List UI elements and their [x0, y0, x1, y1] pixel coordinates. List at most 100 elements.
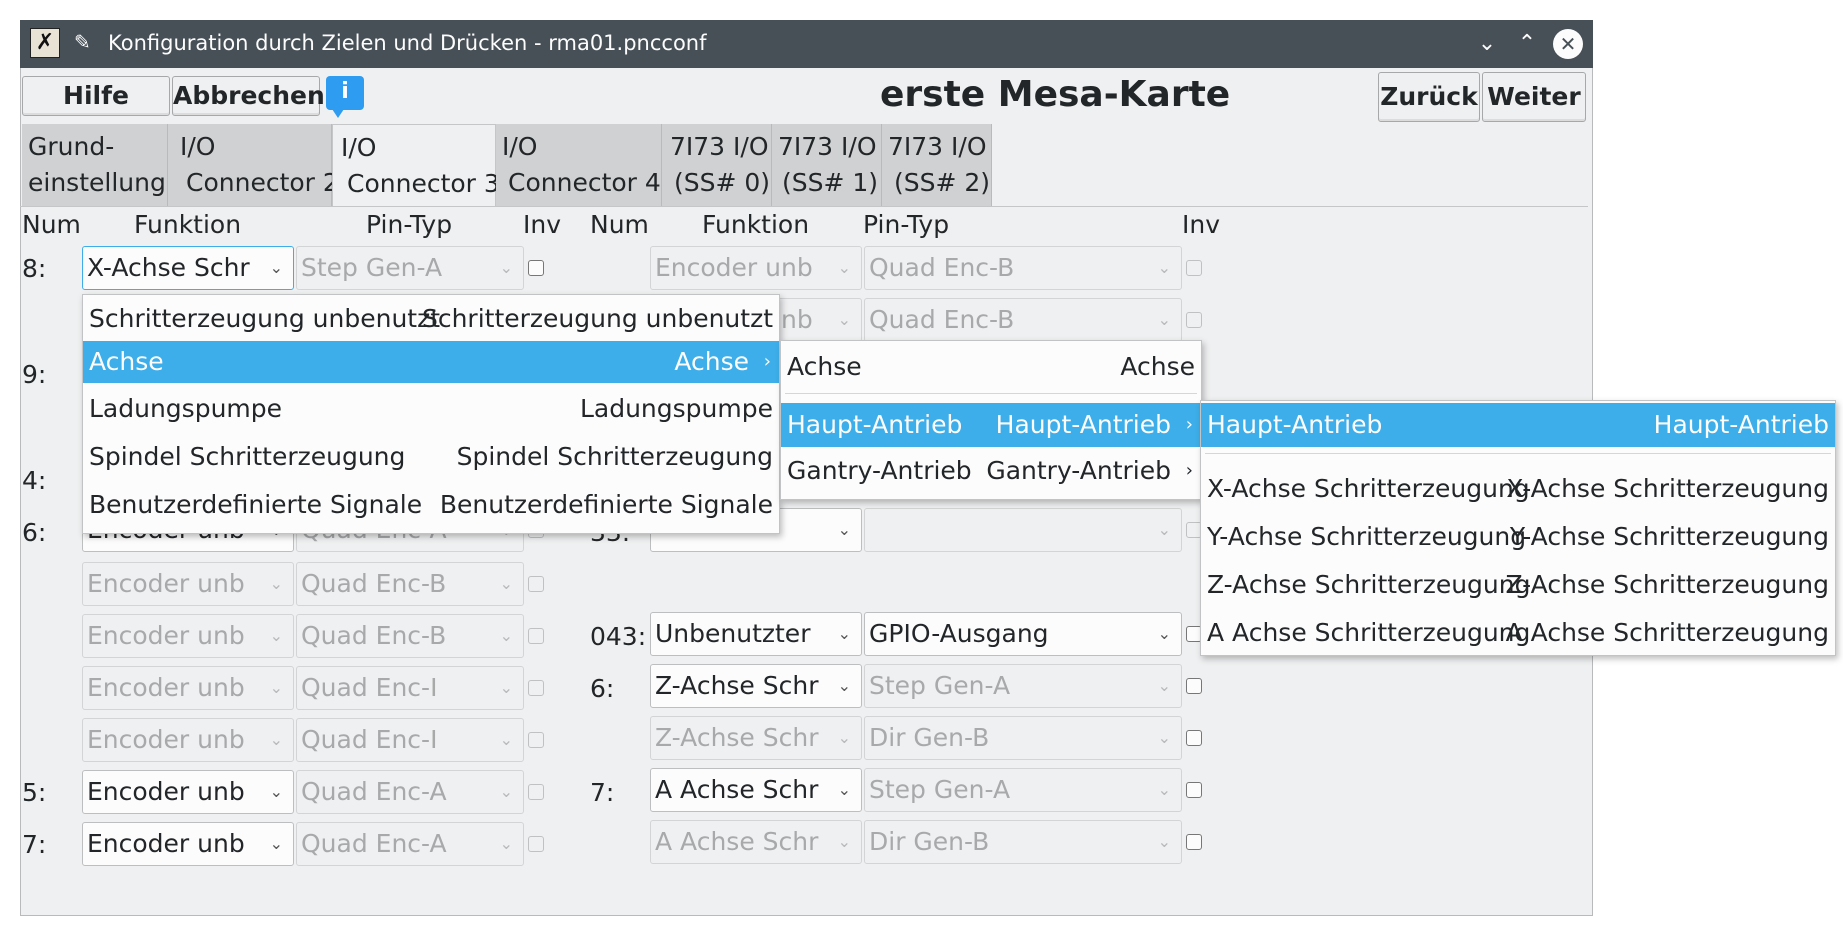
info-icon[interactable]: i	[326, 76, 364, 118]
menu-item-benutzerdefinierte-signale[interactable]: Benutzerdefinierte Signale Benutzerdefini…	[83, 485, 779, 525]
tab-grundeinstellung[interactable]: Grund-einstellung	[22, 124, 168, 206]
row-num: 6:	[22, 518, 47, 547]
function-combo[interactable]: Z-Achse Schr ⌄	[650, 664, 862, 708]
menu-item-a-achse-schritterzeugung[interactable]: A Achse Schritterzeugung A Achse Schritte…	[1201, 613, 1835, 653]
header-funktion-2: Funktion	[702, 210, 810, 239]
function-combo[interactable]: A Achse Schr ⌄	[650, 768, 862, 812]
menu-item-achse[interactable]: Achse Achse ›	[83, 341, 779, 383]
menu-item-achse-title[interactable]: Achse Achse	[781, 347, 1201, 387]
tab-7i73-ss0[interactable]: 7I73 I/O (SS# 0)	[662, 124, 772, 206]
pin-type-combo: Dir Gen-B ⌄	[864, 820, 1182, 864]
help-button[interactable]: Hilfe	[22, 76, 170, 116]
chevron-down-icon: ⌄	[837, 676, 851, 695]
chevron-down-icon: ⌄	[499, 730, 513, 749]
tab-7i73-ss1[interactable]: 7I73 I/O (SS# 1)	[772, 124, 882, 206]
pin-type-combo: Quad Enc-B ⌄	[296, 614, 524, 658]
function-combo[interactable]: Unbenutzter ⌄	[650, 612, 862, 656]
function-combo: Z-Achse Schr ⌄	[650, 716, 862, 760]
function-combo[interactable]: X-Achse Schr ⌄	[82, 246, 294, 290]
invert-checkbox[interactable]	[1186, 730, 1202, 746]
header-funktion: Funktion	[134, 210, 242, 239]
invert-checkbox[interactable]	[1186, 834, 1202, 850]
pin-type-combo: Step Gen-A ⌄	[296, 246, 524, 290]
function-combo: Encoder unb⌄	[82, 562, 294, 606]
back-button[interactable]: Zurück	[1378, 72, 1480, 122]
row-num: 8:	[22, 254, 47, 283]
minimize-icon[interactable]: ⌄	[1472, 29, 1502, 59]
pin-type-combo: Quad Enc-I ⌄	[296, 666, 524, 710]
pin-icon[interactable]: ✎	[74, 30, 91, 54]
header-pin-typ-2: Pin-Typ	[863, 210, 950, 239]
close-icon[interactable]: ✕	[1553, 29, 1583, 59]
header-num-2: Num	[590, 210, 649, 239]
function-combo[interactable]: Encoder unb⌄	[82, 770, 294, 814]
chevron-down-icon: ⌄	[269, 834, 283, 853]
chevron-down-icon: ⌄	[269, 730, 283, 749]
chevron-down-icon: ⌄	[837, 310, 851, 329]
menu-separator	[1205, 453, 1831, 454]
pin-type-combo: Quad Enc-B ⌄	[296, 562, 524, 606]
chevron-down-icon: ⌄	[499, 574, 513, 593]
function-combo: A Achse Schr ⌄	[650, 820, 862, 864]
invert-checkbox[interactable]	[1186, 782, 1202, 798]
function-combo: Encoder unb⌄	[82, 614, 294, 658]
function-combo[interactable]: Encoder unb⌄	[82, 822, 294, 866]
tab-connector-4[interactable]: I/O Connector 4	[496, 124, 662, 206]
menu-item-gantry-antrieb[interactable]: Gantry-Antrieb Gantry-Antrieb ›	[781, 451, 1201, 491]
tab-connector-2[interactable]: I/O Connector 2	[168, 124, 339, 206]
menu-item-haupt-antrieb-title[interactable]: Haupt-Antrieb Haupt-Antrieb	[1201, 403, 1835, 447]
page-title: erste Mesa-Karte	[880, 74, 1231, 115]
pin-type-combo: Step Gen-A ⌄	[864, 768, 1182, 812]
chevron-right-icon: ›	[1185, 414, 1193, 435]
menu-separator	[785, 393, 1197, 394]
invert-checkbox	[528, 784, 544, 800]
pin-type-combo: Quad Enc-I ⌄	[296, 718, 524, 762]
menu-item-haupt-antrieb[interactable]: Haupt-Antrieb Haupt-Antrieb ›	[781, 403, 1201, 447]
tab-7i73-ss2[interactable]: 7I73 I/O (SS# 2)	[882, 124, 992, 206]
chevron-down-icon: ⌄	[1157, 258, 1171, 277]
function-combo: Encoder unb⌄	[650, 246, 862, 290]
next-button[interactable]: Weiter	[1482, 72, 1586, 122]
chevron-down-icon: ⌄	[499, 678, 513, 697]
header-pin-typ: Pin-Typ	[366, 210, 453, 239]
row-num: 043:	[590, 622, 647, 651]
chevron-down-icon: ⌄	[1157, 676, 1171, 695]
menu-item-schritterzeugung-unbenutzt[interactable]: Schritterzeugung unbenutzt Schritterzeugu…	[83, 299, 779, 339]
chevron-down-icon: ⌄	[499, 834, 513, 853]
maximize-icon[interactable]: ⌃	[1512, 29, 1542, 59]
chevron-down-icon: ⌄	[269, 782, 283, 801]
pin-type-combo[interactable]: GPIO-Ausgang ⌄	[864, 612, 1182, 656]
invert-checkbox[interactable]	[1186, 678, 1202, 694]
invert-checkbox[interactable]	[528, 260, 544, 276]
achse-submenu: Achse Achse Haupt-Antrieb Haupt-Antrieb › G…	[780, 340, 1202, 500]
pin-type-combo: Step Gen-A ⌄	[864, 664, 1182, 708]
chevron-down-icon: ⌄	[499, 782, 513, 801]
menu-item-x-achse-schritterzeugung[interactable]: X-Achse Schritterzeugung X-Achse Schritte…	[1201, 469, 1835, 509]
chevron-down-icon: ⌄	[837, 624, 851, 643]
haupt-antrieb-submenu: Haupt-Antrieb Haupt-Antrieb X-Achse Schri…	[1200, 400, 1836, 656]
chevron-down-icon: ⌄	[1157, 832, 1171, 851]
menu-item-spindel-schritterzeugung[interactable]: Spindel Schritterzeugung Spindel Schritte…	[83, 437, 779, 477]
chevron-right-icon: ›	[763, 351, 771, 372]
menu-item-z-achse-schritterzeugung[interactable]: Z-Achse Schritterzeugung Z-Achse Schritte…	[1201, 565, 1835, 605]
invert-checkbox	[528, 836, 544, 852]
chevron-down-icon: ⌄	[1157, 310, 1171, 329]
row-num: 6:	[590, 674, 615, 703]
row-num: 7:	[22, 830, 47, 859]
chevron-right-icon: ›	[1185, 460, 1193, 481]
row-num: 5:	[22, 778, 47, 807]
cancel-button[interactable]: Abbrechen	[172, 76, 325, 116]
chevron-down-icon: ⌄	[499, 258, 513, 277]
chevron-down-icon: ⌄	[837, 728, 851, 747]
pin-type-combo: ⌄	[864, 508, 1182, 552]
chevron-down-icon: ⌄	[1157, 624, 1171, 643]
pin-type-combo: Quad Enc-A⌄	[296, 822, 524, 866]
row-num: 7:	[590, 778, 615, 807]
pin-type-combo: Quad Enc-B ⌄	[864, 298, 1182, 342]
app-icon[interactable]: ✗	[30, 28, 60, 58]
menu-item-ladungspumpe[interactable]: Ladungspumpe Ladungspumpe	[83, 389, 779, 429]
chevron-down-icon: ⌄	[837, 520, 851, 539]
chevron-down-icon: ⌄	[1157, 520, 1171, 539]
tab-connector-3[interactable]: I/O Connector 3	[332, 124, 500, 206]
menu-item-y-achse-schritterzeugung[interactable]: Y-Achse Schritterzeugung Y-Achse Schritte…	[1201, 517, 1835, 557]
